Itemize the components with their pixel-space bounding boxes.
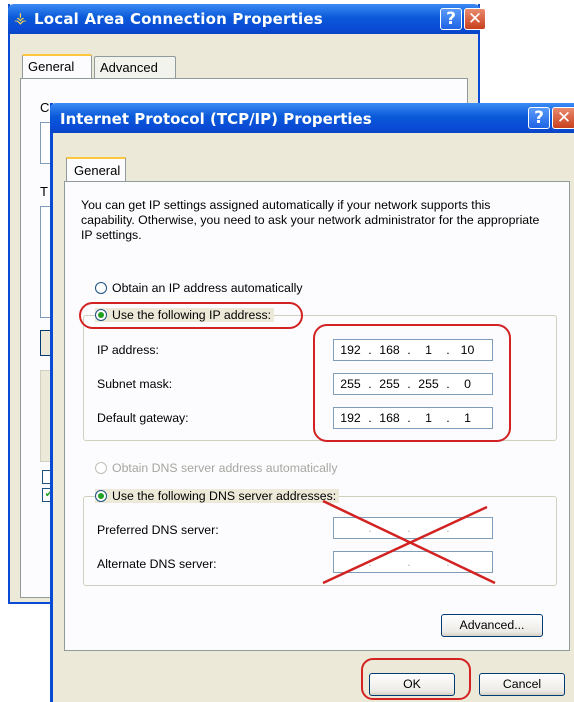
- default-gateway-input[interactable]: 192. 168. 1. 1: [333, 407, 493, 429]
- dns-manual-label: Use the following DNS server addresses:: [112, 489, 337, 503]
- mask-octet-3: 255: [418, 377, 439, 391]
- back-window-title: Local Area Connection Properties: [34, 10, 323, 28]
- back-title-bar[interactable]: ⚶ Local Area Connection Properties ? ✕: [8, 4, 486, 34]
- default-gateway-label: Default gateway:: [97, 411, 189, 425]
- dns-manual-radio[interactable]: [95, 490, 107, 502]
- preferred-dns-input[interactable]: . . .: [333, 517, 493, 539]
- gw-octet-3: 1: [425, 411, 432, 425]
- dialog-description: You can get IP settings assigned automat…: [81, 198, 540, 242]
- ip-octet-2: 168: [379, 343, 400, 357]
- ip-auto-label: Obtain an IP address automatically: [112, 281, 303, 295]
- ip-octet-3: 1: [425, 343, 432, 357]
- dialog-close-button[interactable]: ✕: [552, 107, 574, 129]
- ip-address-input[interactable]: 192. 168. 1. 10: [333, 339, 493, 361]
- gw-octet-2: 168: [379, 411, 400, 425]
- tab-general[interactable]: General: [66, 157, 126, 182]
- tcpip-properties-dialog: Internet Protocol (TCP/IP) Properties ? …: [50, 103, 574, 702]
- pdns-octet-3: [412, 518, 445, 538]
- ip-address-label: IP address:: [97, 343, 159, 357]
- subnet-mask-label: Subnet mask:: [97, 377, 173, 391]
- mask-octet-2: 255: [379, 377, 400, 391]
- adns-octet-3: [412, 552, 445, 572]
- pdns-octet-4: [451, 518, 484, 538]
- back-fragment-t: T: [40, 184, 48, 199]
- gw-octet-1: 192: [340, 411, 361, 425]
- dns-auto-radio[interactable]: [95, 462, 107, 474]
- mask-octet-4: 0: [464, 377, 471, 391]
- pdns-octet-2: [373, 518, 406, 538]
- ip-octet-4: 10: [460, 343, 475, 357]
- cancel-button[interactable]: Cancel: [479, 673, 565, 696]
- subnet-mask-input[interactable]: 255. 255. 255. 0: [333, 373, 493, 395]
- alternate-dns-input[interactable]: . . .: [333, 551, 493, 573]
- dialog-help-button[interactable]: ?: [528, 107, 550, 129]
- advanced-button[interactable]: Advanced...: [441, 614, 543, 637]
- pdns-octet-1: [334, 518, 367, 538]
- back-tab-general[interactable]: General: [22, 54, 92, 78]
- alternate-dns-label: Alternate DNS server:: [97, 557, 217, 571]
- ip-octet-1: 192: [340, 343, 361, 357]
- dns-manual-option[interactable]: Use the following DNS server addresses:: [95, 489, 340, 503]
- dns-auto-option[interactable]: Obtain DNS server address automatically: [95, 461, 338, 475]
- ip-manual-option[interactable]: Use the following IP address:: [95, 308, 275, 322]
- ip-auto-option[interactable]: Obtain an IP address automatically: [95, 281, 302, 295]
- adns-octet-2: [373, 552, 406, 572]
- ok-button[interactable]: OK: [369, 673, 455, 696]
- back-close-button[interactable]: ✕: [464, 8, 486, 30]
- back-help-button[interactable]: ?: [440, 8, 462, 30]
- adns-octet-4: [451, 552, 484, 572]
- back-tab-advanced[interactable]: Advanced: [94, 56, 176, 78]
- ip-manual-radio[interactable]: [95, 309, 107, 321]
- ip-auto-radio[interactable]: [95, 282, 107, 294]
- back-fragment-c: C: [40, 100, 50, 115]
- network-icon: ⚶: [14, 10, 27, 27]
- ip-manual-label: Use the following IP address:: [112, 308, 272, 322]
- preferred-dns-label: Preferred DNS server:: [97, 523, 219, 537]
- dialog-title-bar[interactable]: Internet Protocol (TCP/IP) Properties ? …: [50, 103, 574, 133]
- dialog-title: Internet Protocol (TCP/IP) Properties: [60, 110, 372, 128]
- adns-octet-1: [334, 552, 367, 572]
- gw-octet-4: 1: [464, 411, 471, 425]
- mask-octet-1: 255: [340, 377, 361, 391]
- dns-auto-label: Obtain DNS server address automatically: [112, 461, 338, 475]
